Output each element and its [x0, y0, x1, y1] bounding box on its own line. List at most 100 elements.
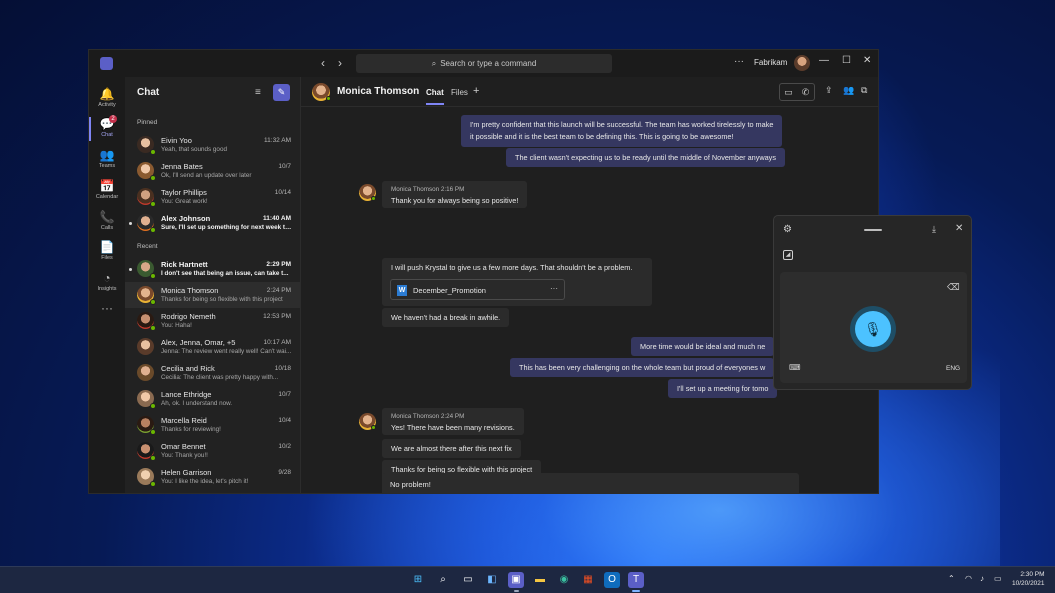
more-options-icon[interactable]: ··· [734, 56, 744, 67]
clock[interactable]: 2:30 PM 10/20/2021 [1012, 570, 1045, 588]
message-bubble[interactable]: More time would be ideal and much ne [631, 337, 775, 356]
chat-item-helen-garrison[interactable]: Helen Garrison You: I like the idea, let… [125, 464, 300, 490]
chat-item-rodrigo-nemeth[interactable]: Rodrigo Nemeth You: Haha! 12:53 PM [125, 308, 300, 334]
back-arrow-icon[interactable]: ‹ [321, 56, 325, 70]
message-bubble[interactable]: Monica Thomson 2:24 PM Yes! There have b… [382, 408, 524, 435]
rail-calls[interactable]: 📞 Calls [89, 208, 125, 238]
file-attachment[interactable]: W December_Promotion ··· [390, 279, 565, 300]
chat-item-omar-bennet[interactable]: Omar Bennet You: Thank you!! 10/2 [125, 438, 300, 464]
conversation-header: Monica Thomson Chat Files + ▭ ✆ ⇪ 👥 ⧉ [301, 77, 878, 107]
rail-files[interactable]: 📄 Files [89, 238, 125, 268]
chat-list-pane: Chat ≡ ✎ Pinned Eivin Yoo Yeah, that sou… [125, 77, 301, 493]
profile-avatar[interactable] [794, 55, 810, 71]
recent-section-label: Recent [137, 243, 158, 250]
filter-icon[interactable]: ≡ [255, 87, 261, 98]
chat-item-taylor-phillips[interactable]: Taylor Phillips You: Great work! 10/14 [125, 184, 300, 210]
message-bubble[interactable]: I'm pretty confident that this launch wi… [461, 115, 783, 147]
file-explorer-icon[interactable]: ▬ [532, 572, 548, 588]
maximize-button[interactable]: ☐ [842, 55, 851, 66]
message-bubble[interactable]: This has been very challenging on the wh… [510, 358, 775, 377]
video-call-icon[interactable]: ▭ [780, 84, 797, 100]
file-more-options-icon[interactable]: ··· [550, 284, 558, 293]
keyboard-icon[interactable]: ⌨ [789, 363, 801, 372]
battery-icon[interactable]: ▭ [994, 574, 1002, 583]
taskbar: ⊞ ⌕ ▭ ◧ ▣ ▬ ◉ ▦ O T ⌃ ◠ ♪ ▭ 2:30 PM 10/2… [0, 566, 1055, 593]
search-icon[interactable]: ⌕ [435, 572, 451, 588]
rail-teams[interactable]: 👥 Teams [89, 146, 125, 176]
message-bubble[interactable]: We are almost there after this next fix [382, 439, 521, 458]
microphone-button[interactable]: 🎙 [855, 311, 891, 347]
add-tab-icon[interactable]: + [473, 85, 479, 97]
pop-out-icon[interactable]: ⧉ [861, 85, 867, 96]
close-button[interactable]: ✕ [863, 55, 871, 66]
more-apps-icon: ··· [101, 301, 113, 315]
close-icon[interactable]: ✕ [955, 223, 963, 234]
task-view-icon[interactable]: ▭ [460, 572, 476, 588]
file-icon: 📄 [99, 240, 115, 254]
store-icon[interactable]: ▦ [580, 572, 596, 588]
backspace-icon[interactable]: ⌫ [947, 282, 960, 293]
chat-item-marcella-reid[interactable]: Marcella Reid Thanks for reviewing! 10/4 [125, 412, 300, 438]
share-screen-icon[interactable]: ⇪ [825, 85, 833, 96]
calendar-icon: 📅 [99, 179, 115, 193]
chat-item-eivin-yoo[interactable]: Eivin Yoo Yeah, that sounds good 11:32 A… [125, 132, 300, 158]
forward-arrow-icon[interactable]: › [338, 56, 342, 70]
unread-indicator [129, 222, 132, 225]
search-placeholder: Search or type a command [440, 59, 537, 68]
widgets-icon[interactable]: ◧ [484, 572, 500, 588]
edge-icon[interactable]: ◉ [556, 572, 572, 588]
add-people-icon[interactable]: 👥 [843, 85, 854, 96]
rail-activity[interactable]: 🔔 Activity [89, 85, 125, 115]
minimize-button[interactable]: — [819, 55, 829, 66]
message-bubble[interactable]: The client wasn't expecting us to be rea… [506, 148, 785, 167]
message-bubble[interactable]: I'll set up a meeting for tomo [668, 379, 778, 398]
presence-dot [150, 175, 156, 181]
avatar [137, 364, 154, 381]
new-chat-button[interactable]: ✎ [273, 84, 290, 101]
sticker-icon[interactable]: ◢ [783, 250, 793, 260]
rail-more-apps[interactable]: ··· [89, 299, 125, 329]
chat-item-alex-johnson[interactable]: Alex Johnson Sure, I'll set up something… [125, 210, 300, 236]
language-indicator[interactable]: ENG [946, 365, 960, 372]
unread-indicator [129, 268, 132, 271]
rail-insights[interactable]: ◔ Insights [89, 269, 125, 299]
volume-icon[interactable]: ♪ [980, 574, 984, 583]
chat-item-rick-hartnett[interactable]: Rick Hartnett I don't see that being an … [125, 256, 300, 282]
presence-dot [150, 403, 156, 409]
title-bar: ‹ › ⌕ Search or type a command ··· Fabri… [89, 50, 878, 77]
pin-icon[interactable]: ⤓ [932, 224, 936, 235]
tab-files[interactable]: Files [451, 88, 468, 97]
teams-icon: 👥 [99, 148, 115, 162]
chat-item-jenna-bates[interactable]: Jenna Bates Ok, I'll send an update over… [125, 158, 300, 184]
tab-chat[interactable]: Chat [426, 88, 444, 105]
file-name: December_Promotion [413, 286, 486, 295]
presence-dot [150, 299, 156, 305]
chat-item-cecilia-and-rick[interactable]: Cecilia and Rick Cecilia: The client was… [125, 360, 300, 386]
search-input[interactable]: ⌕ Search or type a command [356, 54, 612, 73]
rail-calendar[interactable]: 📅 Calendar [89, 177, 125, 207]
chat-item-monica-thomson[interactable]: Monica Thomson Thanks for being so flexi… [125, 282, 300, 308]
teams-chat-icon[interactable]: ▣ [508, 572, 524, 588]
message-bubble[interactable]: Monica Thomson 2:16 PM Thank you for alw… [382, 181, 528, 208]
chat-item-group-alex-jenna-omar[interactable]: Alex, Jenna, Omar, +5 Jenna: The review … [125, 334, 300, 360]
chevron-up-icon[interactable]: ⌃ [948, 574, 955, 583]
audio-call-icon[interactable]: ✆ [797, 84, 814, 100]
teams-window: ‹ › ⌕ Search or type a command ··· Fabri… [88, 49, 879, 494]
wifi-icon[interactable]: ◠ [965, 574, 972, 583]
org-name[interactable]: Fabrikam [754, 58, 787, 67]
composer-text: No problem! [390, 480, 431, 489]
presence-dot [371, 196, 376, 201]
chat-badge: 2 [109, 115, 117, 123]
rail-chat[interactable]: 💬 2 Chat [89, 115, 125, 145]
outlook-icon[interactable]: O [604, 572, 620, 588]
teams-app-icon[interactable]: T [628, 572, 644, 588]
contact-name: Monica Thomson [337, 86, 420, 97]
settings-gear-icon[interactable]: ⚙ [783, 224, 792, 235]
app-rail: 🔔 Activity 💬 2 Chat 👥 Teams 📅 Calendar 📞… [89, 77, 125, 493]
message-composer[interactable]: No problem! [382, 473, 799, 493]
start-icon[interactable]: ⊞ [410, 572, 426, 588]
drag-handle[interactable] [864, 229, 882, 231]
presence-dot [150, 201, 156, 207]
chat-item-lance-ethridge[interactable]: Lance Ethridge Ah, ok. I understand now.… [125, 386, 300, 412]
message-bubble[interactable]: We haven't had a break in awhile. [382, 308, 510, 327]
